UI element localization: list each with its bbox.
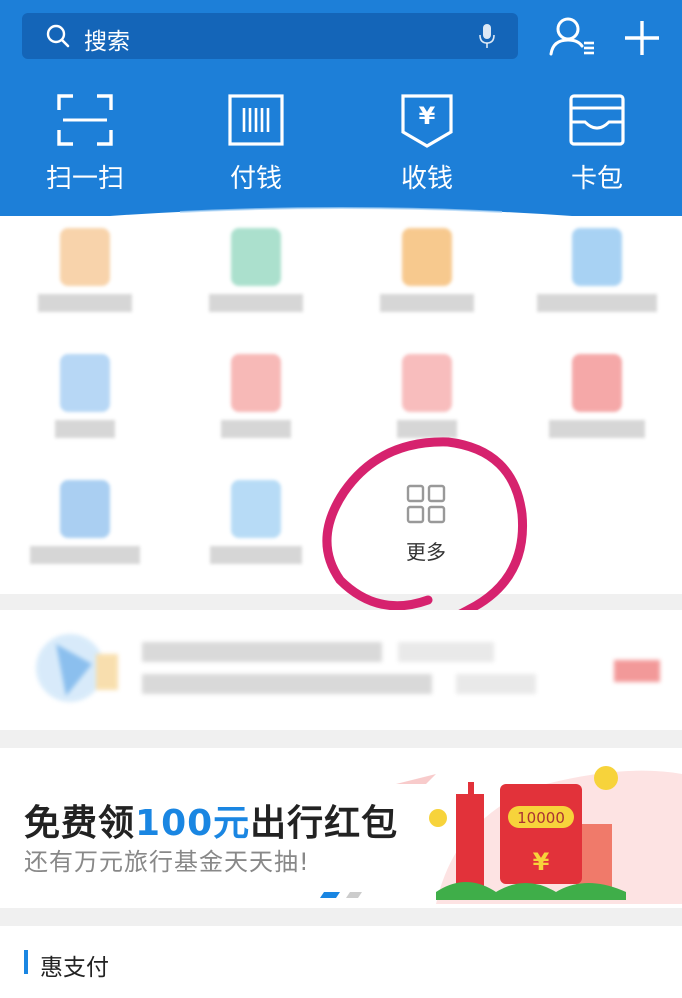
app-icon — [402, 354, 452, 412]
pay-label: 付钱 — [229, 164, 282, 194]
banner-subtitle: 还有万元旅行基金天天抽! — [24, 848, 310, 876]
search-bar[interactable]: 搜索 — [22, 13, 518, 59]
add-icon[interactable] — [622, 18, 662, 58]
receive-money-icon: ¥ — [401, 94, 453, 148]
top-header: 搜索 扫一扫 付钱 ¥ 收钱 卡包 — [0, 0, 682, 222]
svg-text:10000: 10000 — [517, 809, 565, 827]
news-badge — [614, 660, 660, 682]
app-icon — [231, 354, 281, 412]
pay-button[interactable]: 付钱 — [181, 92, 331, 202]
app-tile[interactable] — [352, 216, 502, 336]
news-thumbnail — [26, 624, 126, 710]
news-row[interactable] — [0, 610, 682, 730]
app-tile[interactable] — [10, 216, 160, 336]
app-tile[interactable] — [522, 216, 672, 336]
app-icon — [60, 480, 110, 538]
app-tile[interactable] — [352, 342, 502, 462]
app-label — [380, 294, 474, 312]
svg-text:¥: ¥ — [419, 102, 436, 130]
app-icon — [231, 480, 281, 538]
app-tile[interactable] — [181, 468, 331, 588]
contacts-icon[interactable] — [548, 16, 598, 58]
search-placeholder: 搜索 — [84, 29, 130, 55]
banner-title: 免费领100元出行红包 — [24, 803, 399, 844]
app-label — [30, 546, 140, 564]
app-label — [55, 420, 115, 438]
banner-illustration: 10000 ¥ — [396, 766, 682, 904]
search-icon — [46, 24, 70, 48]
section-header: 惠支付 — [0, 926, 682, 998]
scan-button[interactable]: 扫一扫 — [10, 92, 160, 202]
card-wallet-label: 卡包 — [570, 164, 623, 194]
app-icon — [572, 354, 622, 412]
card-wallet-icon — [569, 94, 625, 146]
app-label — [210, 546, 302, 564]
app-tile[interactable] — [10, 342, 160, 462]
app-icon — [231, 228, 281, 286]
app-label — [549, 420, 645, 438]
news-title-blurred — [398, 642, 494, 662]
more-label: 更多 — [406, 540, 446, 564]
section-accent-bar — [24, 950, 28, 974]
app-tile[interactable] — [522, 342, 672, 462]
app-icon — [572, 228, 622, 286]
receive-button[interactable]: ¥ 收钱 — [352, 92, 502, 202]
app-label — [209, 294, 303, 312]
promo-banner[interactable]: 免费领100元出行红包 还有万元旅行基金天天抽! 10000 ¥ — [0, 748, 682, 908]
app-tile[interactable] — [10, 468, 160, 588]
app-label — [397, 420, 457, 438]
app-icon — [402, 228, 452, 286]
receive-label: 收钱 — [400, 164, 453, 194]
microphone-icon[interactable] — [478, 23, 496, 49]
pay-barcode-icon — [228, 94, 284, 146]
banner-pager — [320, 892, 362, 898]
news-title-blurred — [142, 642, 382, 662]
app-icon — [60, 228, 110, 286]
app-label — [537, 294, 657, 312]
app-icon — [60, 354, 110, 412]
svg-text:¥: ¥ — [533, 848, 550, 876]
scan-icon — [57, 94, 113, 146]
app-grid — [0, 216, 682, 594]
news-subtitle-blurred — [456, 674, 536, 694]
news-subtitle-blurred — [142, 674, 432, 694]
card-wallet-button[interactable]: 卡包 — [522, 92, 672, 202]
section-title: 惠支付 — [40, 955, 109, 981]
app-tile[interactable] — [181, 216, 331, 336]
scan-label: 扫一扫 — [45, 164, 124, 194]
grid-icon — [406, 484, 446, 524]
app-tile[interactable] — [181, 342, 331, 462]
more-button[interactable]: 更多 — [374, 484, 478, 584]
app-label — [38, 294, 132, 312]
quick-actions: 扫一扫 付钱 ¥ 收钱 卡包 — [0, 92, 682, 202]
app-label — [221, 420, 291, 438]
